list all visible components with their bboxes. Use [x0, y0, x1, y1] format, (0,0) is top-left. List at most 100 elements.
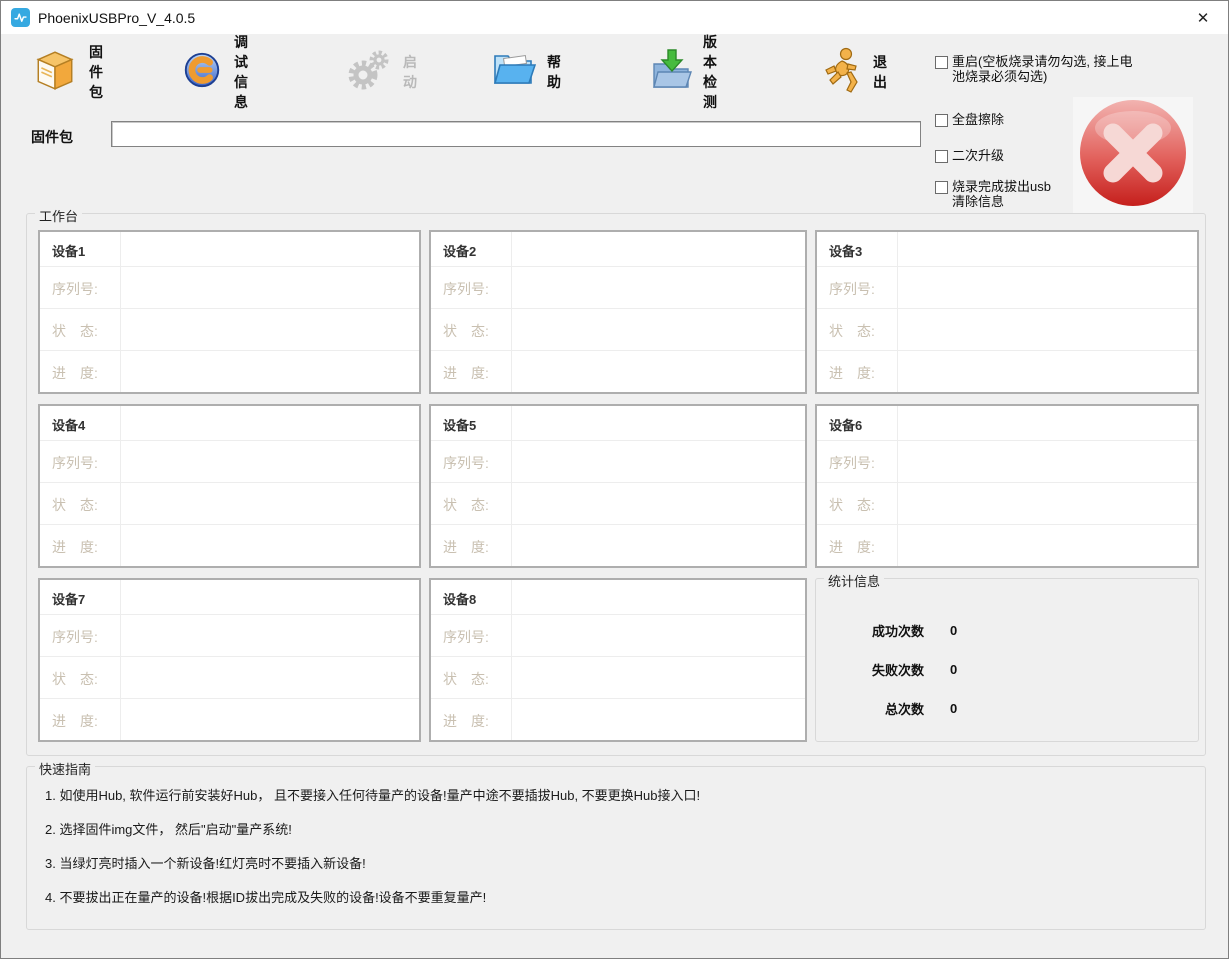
device-field-label: 状 态: — [829, 321, 875, 341]
stat-value: 0 — [950, 701, 957, 716]
status-indicator — [1073, 97, 1193, 213]
device-panel-7: 设备7 序列号: 状 态: 进 度: — [38, 578, 421, 742]
device-field-label: 进 度: — [829, 537, 875, 557]
version-check-button[interactable]: 版本检测 — [650, 44, 717, 100]
guide-item-2: 2. 选择固件img文件， 然后"启动"量产系统! — [45, 819, 1193, 853]
device-field-label: 序列号: — [52, 627, 98, 647]
stat-label: 失败次数 — [816, 660, 924, 679]
titlebar: PhoenixUSBPro_V_4.0.5 ✕ — [1, 1, 1228, 34]
device-field-label: 状 态: — [443, 669, 489, 689]
device-field-label: 序列号: — [829, 279, 875, 299]
device-field-label: 状 态: — [443, 495, 489, 515]
device-name: 设备4 — [52, 415, 85, 434]
device-field-label: 序列号: — [52, 453, 98, 473]
device-name: 设备5 — [443, 415, 476, 434]
device-panel-3: 设备3 序列号: 状 态: 进 度: — [815, 230, 1199, 394]
device-field-label: 序列号: — [443, 453, 489, 473]
toolbar-label-help: 帮助 — [547, 52, 561, 92]
exit-button[interactable]: 退出 — [820, 44, 887, 100]
device-field-label: 序列号: — [52, 279, 98, 299]
statistics-rows: 成功次数 0 失败次数 0 总次数 0 — [816, 611, 1198, 728]
statistics-groupbox: 统计信息 成功次数 0 失败次数 0 总次数 0 — [815, 578, 1199, 742]
checkbox-box[interactable] — [935, 114, 948, 127]
device-panel-8: 设备8 序列号: 状 态: 进 度: — [429, 578, 807, 742]
device-field-label: 状 态: — [52, 495, 98, 515]
guide-item-4: 4. 不要拔出正在量产的设备!根据ID拔出完成及失败的设备!设备不要重复量产! — [45, 887, 1193, 921]
workbench-title: 工作台 — [35, 206, 82, 225]
device-field-label: 状 态: — [52, 321, 98, 341]
device-field-label: 进 度: — [443, 363, 489, 383]
checkbox-box[interactable] — [935, 181, 948, 194]
device-panel-5: 设备5 序列号: 状 态: 进 度: — [429, 404, 807, 568]
device-field-label: 状 态: — [443, 321, 489, 341]
close-button[interactable]: ✕ — [1190, 8, 1216, 28]
device-field-label: 序列号: — [829, 453, 875, 473]
device-field-label: 序列号: — [443, 627, 489, 647]
firmware-path-label: 固件包 — [31, 127, 73, 147]
checkbox-full-erase[interactable]: 全盘擦除 — [935, 112, 1004, 127]
toolbar-label-debug: 调试信息 — [234, 32, 248, 112]
device-field-label: 状 态: — [52, 669, 98, 689]
device-panel-4: 设备4 序列号: 状 态: 进 度: — [38, 404, 421, 568]
app-logo-icon — [11, 8, 30, 27]
device-field-label: 进 度: — [443, 537, 489, 557]
gears-icon — [346, 47, 392, 98]
guide-item-1: 1. 如使用Hub, 软件运行前安装好Hub， 且不要接入任何待量产的设备!量产… — [45, 785, 1193, 819]
device-name: 设备8 — [443, 589, 476, 608]
device-panel-6: 设备6 序列号: 状 态: 进 度: — [815, 404, 1199, 568]
stat-row-success: 成功次数 0 — [816, 611, 1198, 650]
device-name: 设备2 — [443, 241, 476, 260]
debug-info-button[interactable]: 调试信息 — [181, 44, 248, 100]
folder-help-icon — [490, 47, 536, 98]
help-button[interactable]: 帮助 — [490, 44, 561, 100]
device-field-label: 序列号: — [443, 279, 489, 299]
checkbox-label: 全盘擦除 — [952, 112, 1004, 127]
guide-item-3: 3. 当绿灯亮时插入一个新设备!红灯亮时不要插入新设备! — [45, 853, 1193, 887]
toolbar-label-start: 启动 — [403, 52, 417, 92]
start-button[interactable]: 启动 — [346, 44, 417, 100]
guide-list: 1. 如使用Hub, 软件运行前安装好Hub， 且不要接入任何待量产的设备!量产… — [45, 785, 1193, 921]
stat-value: 0 — [950, 623, 957, 638]
toolbar-label-version: 版本检测 — [703, 32, 717, 112]
checkbox-second-upgrade[interactable]: 二次升级 — [935, 148, 1004, 163]
quick-guide-groupbox: 快速指南 1. 如使用Hub, 软件运行前安装好Hub， 且不要接入任何待量产的… — [26, 766, 1206, 930]
device-grid: 设备1 序列号: 状 态: 进 度: 设备2 序列号: 状 态: 进 度: 设备3 序列号: 状 态… — [38, 230, 1199, 742]
stat-label: 总次数 — [816, 699, 924, 718]
checkbox-label: 烧录完成拔出usb 清除信息 — [952, 179, 1051, 209]
device-name: 设备7 — [52, 589, 85, 608]
checkbox-box[interactable] — [935, 56, 948, 69]
checkbox-unplug-clear[interactable]: 烧录完成拔出usb 清除信息 — [935, 179, 1051, 209]
device-panel-2: 设备2 序列号: 状 态: 进 度: — [429, 230, 807, 394]
checkbox-label: 二次升级 — [952, 148, 1004, 163]
device-field-label: 进 度: — [52, 711, 98, 731]
device-field-label: 进 度: — [443, 711, 489, 731]
toolbar-label-firmware: 固件包 — [89, 42, 103, 102]
device-field-label: 进 度: — [52, 363, 98, 383]
stat-row-fail: 失败次数 0 — [816, 650, 1198, 689]
folder-download-icon — [650, 47, 692, 98]
statistics-title: 统计信息 — [824, 571, 884, 590]
toolbar-label-exit: 退出 — [873, 52, 887, 92]
device-name: 设备1 — [52, 241, 85, 260]
workbench-groupbox: 工作台 设备1序列号:状 态:进 度:设备2序列号:状 态:进 度:设备3序列号… — [26, 213, 1206, 756]
checkbox-box[interactable] — [935, 150, 948, 163]
device-panel-1: 设备1 序列号: 状 态: 进 度: — [38, 230, 421, 394]
app-window: PhoenixUSBPro_V_4.0.5 ✕ 固件包 — [0, 0, 1229, 959]
device-field-label: 进 度: — [829, 363, 875, 383]
device-field-label: 状 态: — [829, 495, 875, 515]
firmware-package-button[interactable]: 固件包 — [32, 44, 103, 100]
running-man-icon — [820, 46, 862, 99]
device-name: 设备6 — [829, 415, 862, 434]
device-field-label: 进 度: — [52, 537, 98, 557]
firmware-path-input[interactable] — [111, 121, 921, 147]
red-cross-icon — [1075, 98, 1191, 213]
stat-row-total: 总次数 0 — [816, 689, 1198, 728]
stat-value: 0 — [950, 662, 957, 677]
window-title: PhoenixUSBPro_V_4.0.5 — [38, 10, 195, 26]
checkbox-label: 重启(空板烧录请勿勾选, 接上电 池烧录必须勾选) — [952, 54, 1133, 84]
stat-label: 成功次数 — [816, 621, 924, 640]
package-icon — [32, 47, 78, 98]
device-name: 设备3 — [829, 241, 862, 260]
checkbox-restart[interactable]: 重启(空板烧录请勿勾选, 接上电 池烧录必须勾选) — [935, 54, 1133, 84]
debug-info-icon — [181, 49, 223, 96]
